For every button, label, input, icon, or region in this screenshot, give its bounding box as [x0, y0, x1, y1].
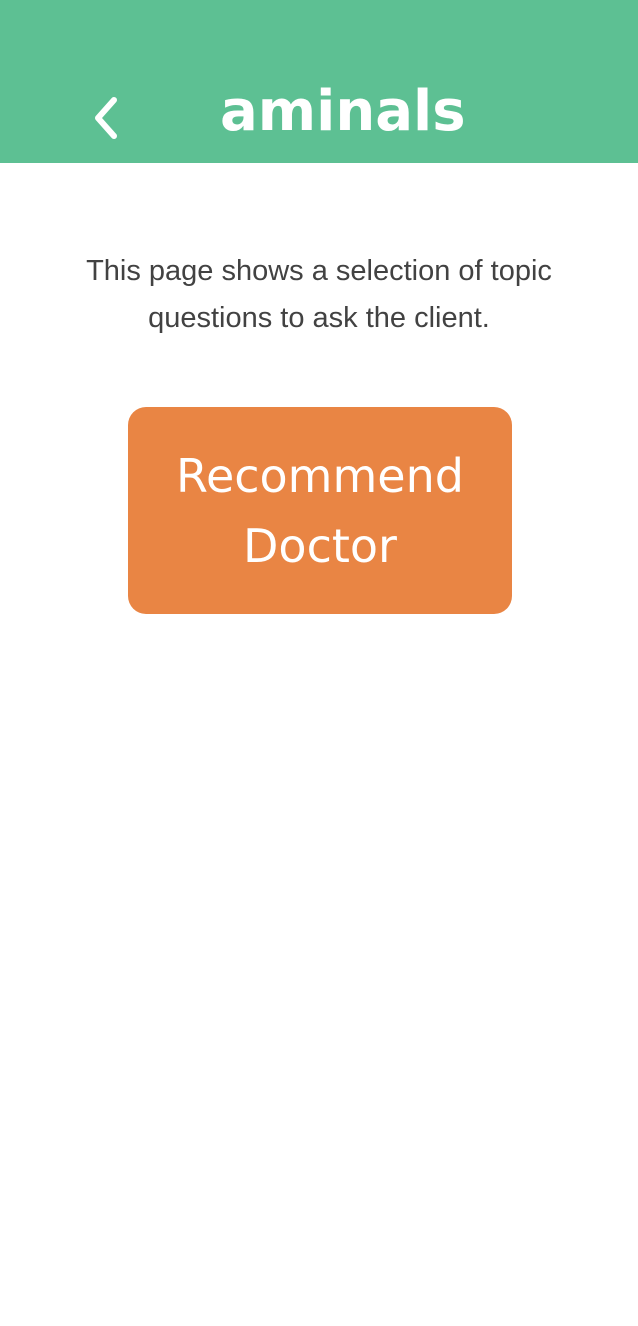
page-title: aminals	[220, 79, 466, 144]
page-description: This page shows a selection of topic que…	[86, 255, 552, 334]
header-bar: aminals	[0, 0, 638, 163]
app-screen: aminals This page shows a selection of t…	[0, 0, 638, 1326]
recommend-doctor-button-label: Recommend Doctor	[176, 448, 464, 573]
back-button[interactable]	[78, 86, 138, 150]
chevron-left-icon	[95, 97, 117, 139]
recommend-doctor-button[interactable]: Recommend Doctor	[128, 407, 512, 614]
